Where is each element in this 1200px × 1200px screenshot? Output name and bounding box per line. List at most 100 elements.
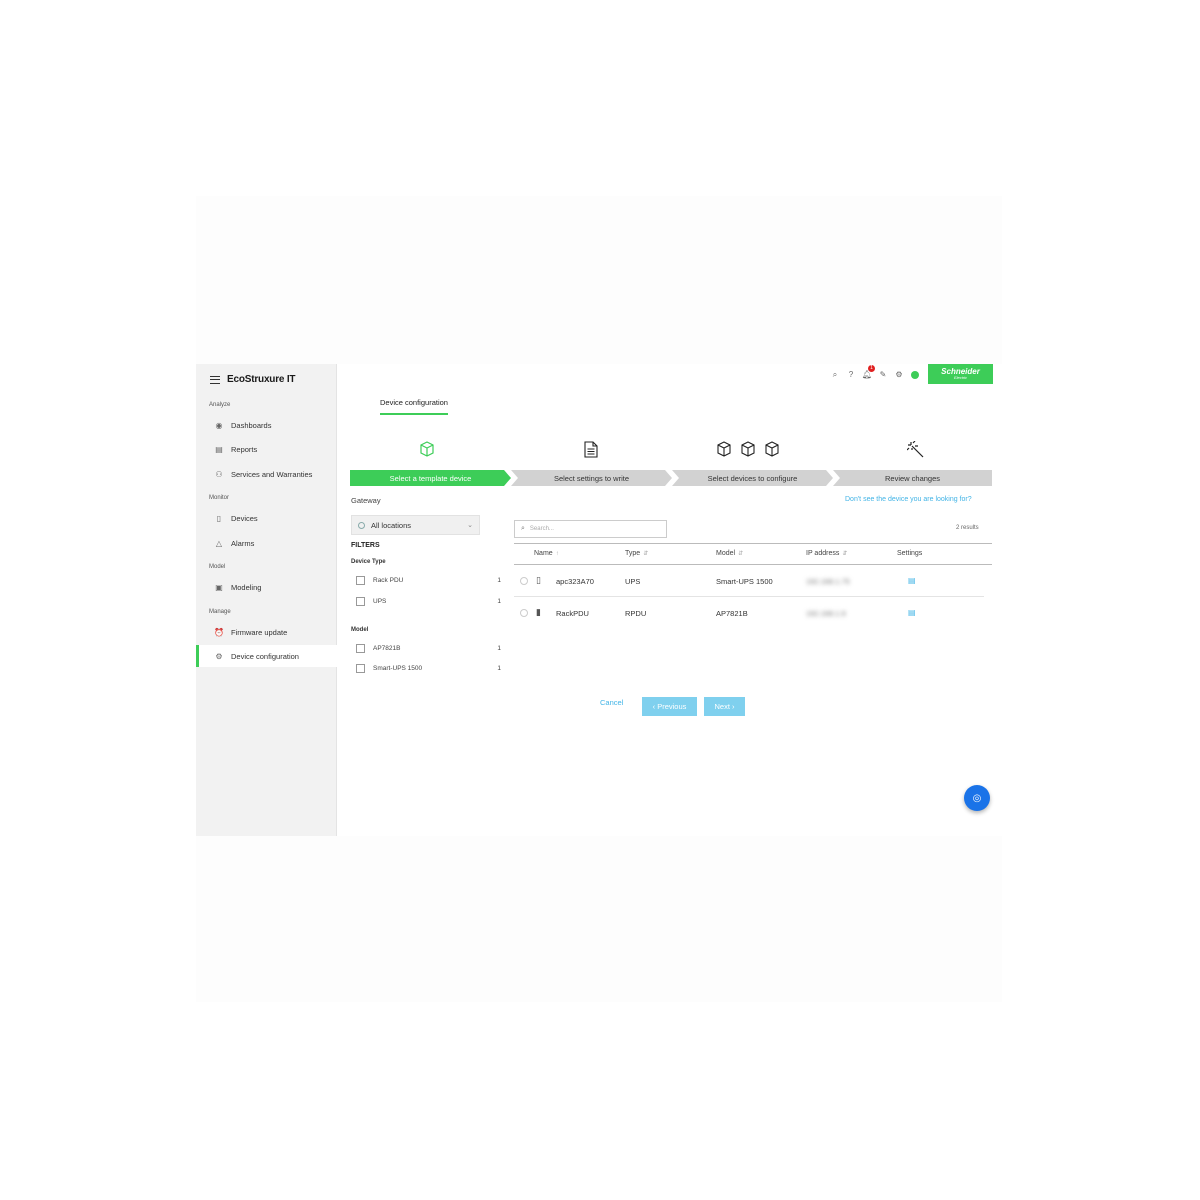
- cell-type: RPDU: [625, 609, 647, 618]
- sidebar-item-label: Devices: [231, 513, 258, 523]
- services-icon: ⚇: [215, 469, 223, 479]
- search-placeholder: Search...: [529, 526, 554, 532]
- gear-icon[interactable]: ⚙: [892, 368, 906, 382]
- previous-button[interactable]: ‹ Previous: [642, 697, 697, 716]
- section-label-manage: Manage: [209, 609, 231, 615]
- filter-label: UPS: [373, 597, 387, 605]
- col-ip[interactable]: IP address ⇵: [806, 550, 847, 557]
- cell-model: Smart-UPS 1500: [716, 577, 773, 586]
- report-icon: ▤: [215, 444, 223, 454]
- step-select-settings[interactable]: Select settings to write: [511, 470, 672, 486]
- sidebar-item-label: Alarms: [231, 538, 255, 548]
- sidebar-item-firmware[interactable]: ⏰ Firmware update: [196, 621, 337, 643]
- config-icon: ⚙: [215, 651, 223, 661]
- notification-icon[interactable]: 🔔︎ 1: [860, 364, 875, 382]
- sidebar-item-devices[interactable]: ▯ Devices: [196, 507, 337, 529]
- sidebar: EcoStruxure IT Analyze ◉ Dashboards ▤ Re…: [196, 364, 337, 836]
- sidebar-item-label: Services and Warranties: [231, 469, 313, 479]
- brand: EcoStruxure IT: [210, 374, 296, 385]
- cell-ip: 192.168.1.9: [806, 609, 846, 618]
- model-title: Model: [351, 627, 369, 633]
- step-2-icon: [546, 441, 636, 463]
- checkbox[interactable]: [356, 663, 365, 673]
- filter-count: 1: [497, 664, 501, 672]
- sidebar-item-alarms[interactable]: △ Alarms: [196, 532, 337, 554]
- next-label: Next: [714, 702, 730, 711]
- checkbox[interactable]: [356, 643, 365, 653]
- schneider-logo: Schneider Electric: [928, 364, 993, 384]
- assistant-fab[interactable]: ◎: [964, 785, 990, 811]
- eye-icon: ◉: [215, 420, 223, 430]
- sidebar-item-label: Modeling: [231, 582, 262, 592]
- row-radio[interactable]: [520, 609, 528, 617]
- sidebar-item-services[interactable]: ⚇ Services and Warranties: [196, 463, 337, 485]
- sidebar-item-label: Firmware update: [231, 627, 288, 637]
- brand-name: EcoStruxure IT: [227, 374, 296, 385]
- sort-icon: ⇵: [643, 551, 649, 557]
- row-radio[interactable]: [520, 577, 528, 585]
- col-type[interactable]: Type ⇵: [625, 550, 648, 557]
- step-select-devices[interactable]: Select devices to configure: [672, 470, 833, 486]
- filters-title: FILTERS: [351, 542, 380, 549]
- sidebar-item-label: Device configuration: [231, 651, 299, 661]
- filter-label: Rack PDU: [373, 576, 404, 584]
- sidebar-item-modeling[interactable]: ▣ Modeling: [196, 576, 337, 598]
- col-ip-label: IP address: [806, 550, 840, 557]
- step-select-template[interactable]: Select a template device: [350, 470, 511, 486]
- location-value: All locations: [371, 520, 412, 530]
- step-review-changes[interactable]: Review changes: [833, 470, 992, 486]
- sidebar-item-label: Reports: [231, 444, 258, 454]
- section-label-model: Model: [209, 564, 226, 570]
- settings-file-icon[interactable]: ▤: [908, 576, 916, 585]
- settings-file-icon[interactable]: ▤: [908, 608, 916, 617]
- search-icon: ⌕: [521, 525, 525, 532]
- logo-subtext: Electric: [953, 375, 968, 380]
- table-header: Name ↑ Type ⇵ Model ⇵ IP address ⇵ Settings: [514, 543, 992, 565]
- device-type-title: Device Type: [351, 559, 386, 565]
- next-button[interactable]: Next ›: [704, 697, 745, 716]
- ups-icon: ▯: [536, 575, 541, 585]
- gateway-label: Gateway: [351, 496, 381, 505]
- filter-rack-pdu[interactable]: Rack PDU 1: [356, 573, 501, 587]
- notification-badge: 1: [868, 364, 875, 372]
- help-icon[interactable]: ?: [844, 368, 858, 382]
- tab-device-configuration[interactable]: Device configuration: [380, 398, 448, 415]
- user-avatar[interactable]: [908, 368, 922, 382]
- step-4-icon: [871, 440, 961, 463]
- cell-name: apc323A70: [556, 577, 594, 586]
- col-model[interactable]: Model ⇵: [716, 550, 743, 557]
- app-window: EcoStruxure IT Analyze ◉ Dashboards ▤ Re…: [196, 364, 1002, 836]
- checkbox[interactable]: [356, 575, 365, 585]
- table-row[interactable]: ▯ apc323A70 UPS Smart-UPS 1500 192.168.1…: [514, 565, 984, 597]
- feedback-icon[interactable]: ✎: [876, 368, 890, 382]
- help-link[interactable]: Don't see the device you are looking for…: [845, 496, 972, 503]
- warning-icon: △: [215, 538, 223, 548]
- filter-ap7821b[interactable]: AP7821B 1: [356, 641, 501, 655]
- sort-icon: ⇵: [738, 551, 744, 557]
- filter-count: 1: [497, 597, 501, 605]
- cancel-button[interactable]: Cancel: [600, 698, 623, 707]
- sort-icon: ⇵: [842, 551, 848, 557]
- results-count: 2 results: [956, 525, 979, 531]
- search-input[interactable]: ⌕ Search...: [514, 520, 667, 538]
- location-select[interactable]: All locations ⌄: [351, 515, 480, 535]
- col-name-label: Name: [534, 550, 553, 557]
- cell-model: AP7821B: [716, 609, 748, 618]
- filter-smart-ups-1500[interactable]: Smart-UPS 1500 1: [356, 661, 501, 675]
- firmware-icon: ⏰: [214, 627, 224, 637]
- search-icon[interactable]: ⌕: [828, 368, 842, 382]
- col-settings: Settings: [897, 550, 923, 557]
- col-type-label: Type: [625, 550, 641, 557]
- col-name[interactable]: Name ↑: [534, 550, 559, 557]
- section-label-analyze: Analyze: [209, 402, 231, 408]
- filter-count: 1: [497, 644, 501, 652]
- table-row[interactable]: ▮ RackPDU RPDU AP7821B 192.168.1.9 ▤: [514, 597, 984, 629]
- filter-label: AP7821B: [373, 644, 401, 652]
- sidebar-item-reports[interactable]: ▤ Reports: [196, 438, 337, 460]
- menu-icon[interactable]: [210, 375, 220, 384]
- checkbox[interactable]: [356, 596, 365, 606]
- sidebar-item-device-configuration[interactable]: ⚙ Device configuration: [196, 645, 337, 667]
- filter-count: 1: [497, 576, 501, 584]
- sidebar-item-dashboards[interactable]: ◉ Dashboards: [196, 414, 337, 436]
- filter-ups[interactable]: UPS 1: [356, 594, 501, 608]
